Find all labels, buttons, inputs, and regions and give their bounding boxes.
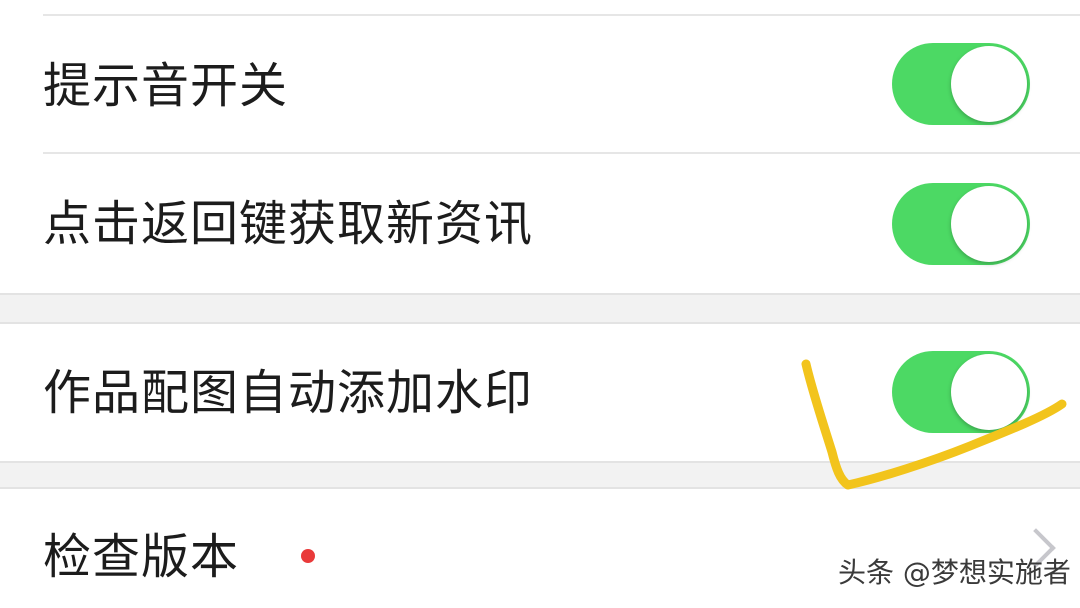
setting-label-check-version: 检查版本 (43, 529, 240, 585)
setting-label-back-refresh: 点击返回键获取新资讯 (43, 196, 534, 252)
back-refresh-toggle[interactable] (892, 183, 1030, 265)
watermark-toggle[interactable] (892, 351, 1030, 433)
watermark-text: 头条 @梦想实施者 (838, 556, 1071, 589)
setting-label-sound: 提示音开关 (43, 58, 289, 114)
section-gap (0, 461, 1080, 489)
setting-row-sound[interactable]: 提示音开关 (0, 16, 1080, 152)
toggle-knob-icon (951, 46, 1027, 122)
setting-label-watermark: 作品配图自动添加水印 (43, 365, 534, 421)
setting-row-check-version[interactable]: 检查版本 (0, 489, 1080, 608)
toggle-knob-icon (951, 354, 1027, 430)
red-dot-icon (301, 549, 315, 563)
sound-toggle[interactable] (892, 43, 1030, 125)
setting-row-back-refresh[interactable]: 点击返回键获取新资讯 (0, 154, 1080, 293)
toggle-knob-icon (951, 186, 1027, 262)
section-gap (0, 293, 1080, 324)
setting-row-watermark[interactable]: 作品配图自动添加水印 (0, 324, 1080, 461)
